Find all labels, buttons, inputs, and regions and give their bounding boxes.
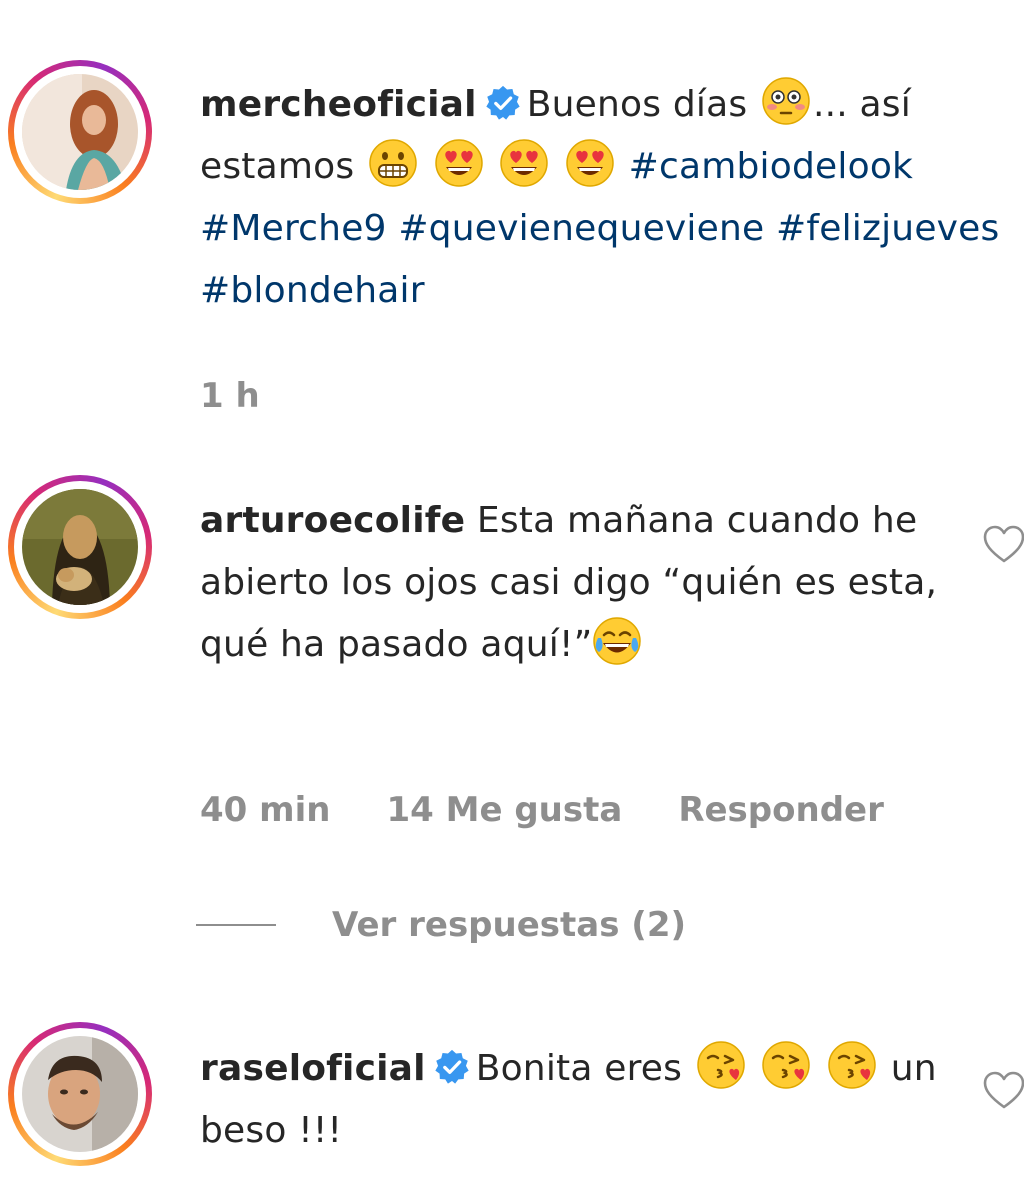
verified-badge-icon [435, 1049, 469, 1084]
kissing-heart-emoji [828, 1041, 876, 1089]
heart-icon[interactable] [982, 524, 1024, 564]
comment-body-1: Bonita eres [475, 1048, 683, 1089]
likes-count[interactable]: 14 Me gusta [386, 790, 622, 830]
heart-eyes-emoji [566, 139, 614, 187]
heart-eyes-emoji [500, 139, 549, 187]
flushed-face-emoji [762, 77, 810, 125]
avatar-arturoecolife[interactable] [8, 475, 152, 619]
hashtag-link[interactable]: #cambiodelook [629, 146, 913, 187]
grimacing-face-emoji [369, 139, 417, 187]
timestamp[interactable]: 40 min [200, 790, 330, 830]
view-replies-label: Ver respuestas (2) [332, 905, 687, 945]
comment-text: arturoecolife Esta mañana cuando he abie… [200, 490, 1010, 676]
heart-eyes-emoji [434, 139, 483, 187]
username-link[interactable]: arturoecolife [200, 500, 465, 541]
username-link[interactable]: mercheoficial [200, 84, 477, 125]
comment-meta: 40 min 14 Me gusta Responder [200, 790, 884, 830]
caption-text: mercheoficial Buenos días ... así estamos… [200, 74, 1010, 322]
comment-text: raseloficial Bonita eres un beso !!! [200, 1038, 1010, 1162]
hashtag-link[interactable]: #blondehair [200, 270, 425, 311]
caption-text-1: Buenos días [526, 84, 748, 125]
username-link[interactable]: raseloficial [200, 1048, 426, 1089]
kissing-heart-emoji [762, 1041, 811, 1089]
reply-button[interactable]: Responder [678, 790, 884, 830]
caption-meta: 1 h [200, 376, 260, 416]
verified-badge-icon [486, 85, 520, 120]
timestamp[interactable]: 1 h [200, 376, 260, 416]
hashtag-link[interactable]: #felizjueves [776, 208, 999, 249]
avatar-raseloficial[interactable] [8, 1022, 152, 1166]
replies-divider [196, 924, 276, 926]
kissing-heart-emoji [697, 1041, 745, 1089]
tears-of-joy-emoji [593, 617, 642, 665]
avatar-mercheoficial[interactable] [8, 60, 152, 204]
hashtag-link[interactable]: #quevienequeviene [398, 208, 764, 249]
view-replies-button[interactable]: Ver respuestas (2) [196, 905, 686, 945]
heart-icon[interactable] [982, 1070, 1024, 1110]
hashtag-link[interactable]: #Merche9 [200, 208, 387, 249]
